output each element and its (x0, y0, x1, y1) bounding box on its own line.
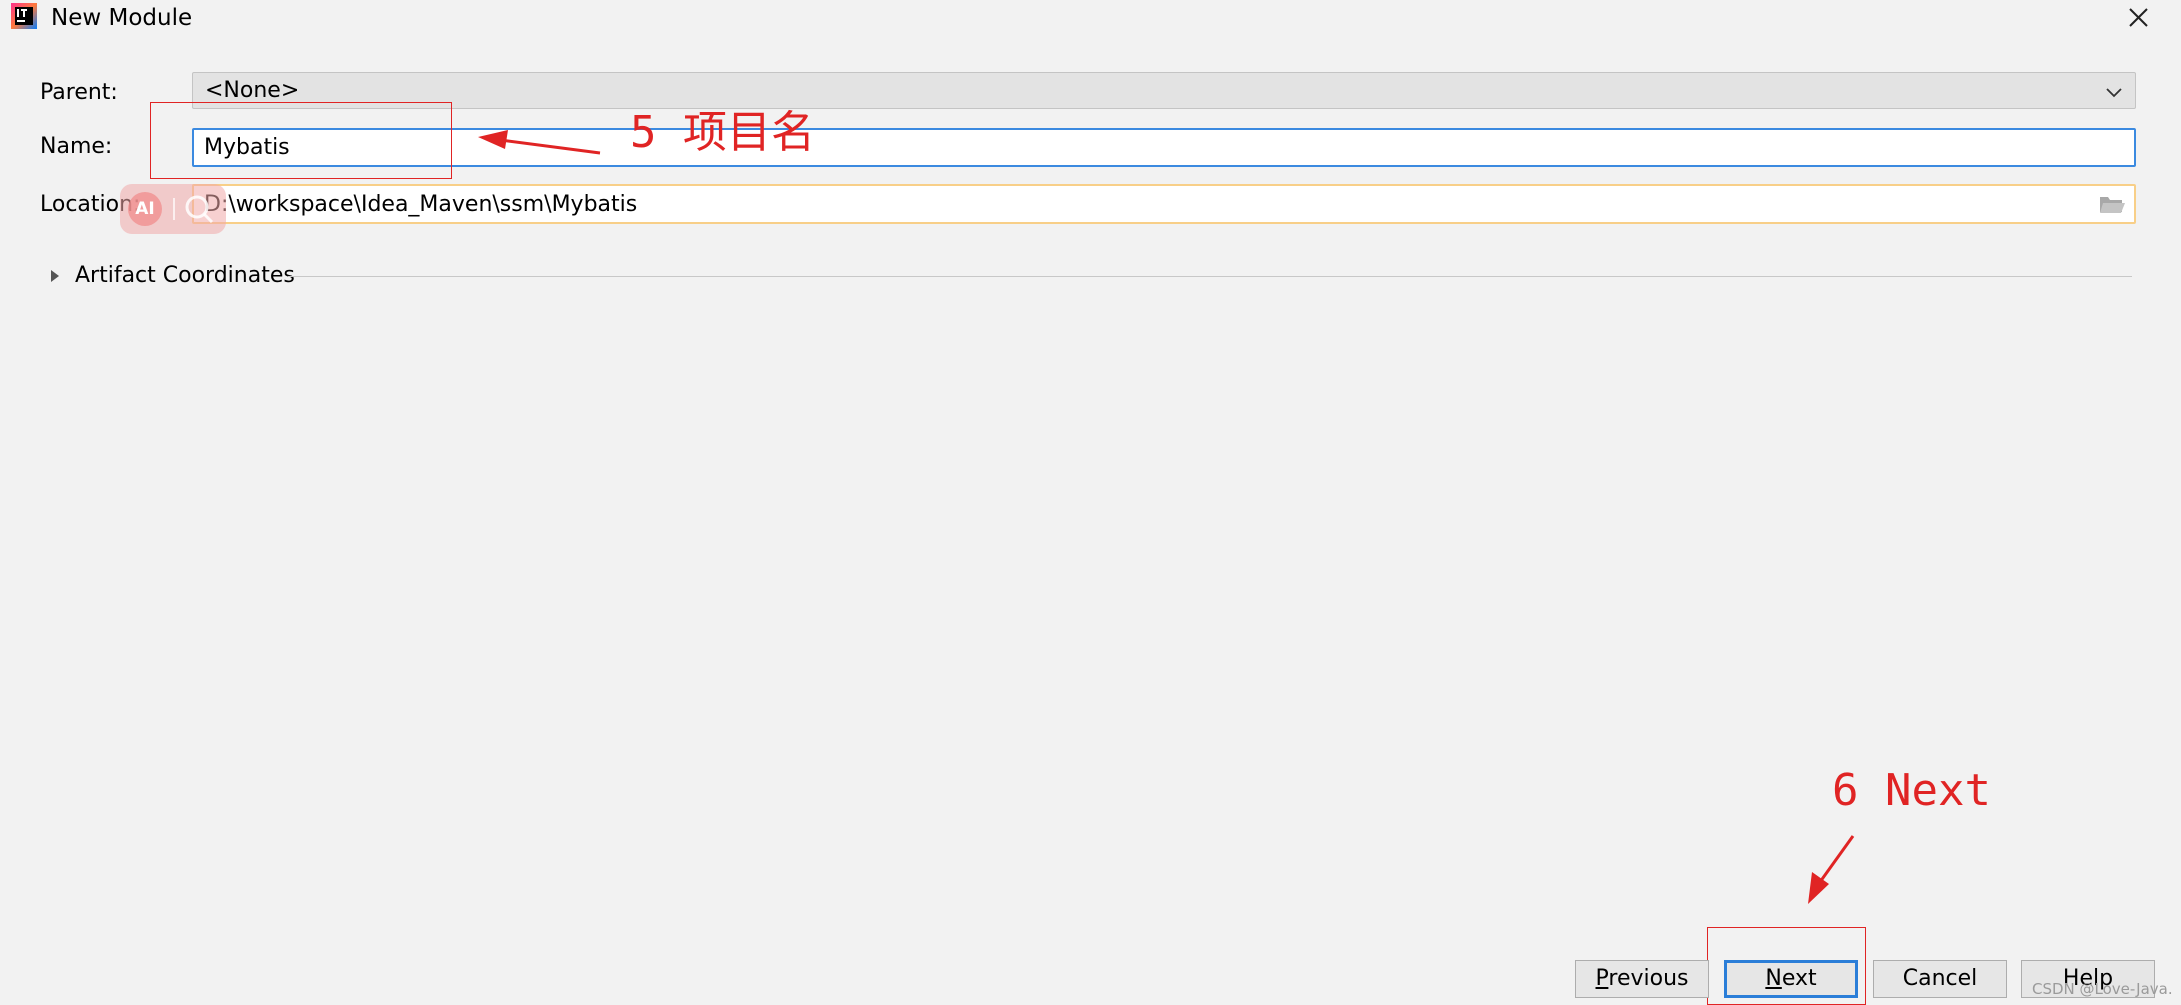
annotation-arrows (478, 130, 1855, 904)
csdn-watermark: CSDN @Love-Java. (2032, 980, 2173, 998)
previous-label: revious (1608, 966, 1689, 991)
annotation-arrow-name (478, 130, 601, 155)
previous-button[interactable]: Previous (1575, 960, 1709, 998)
next-button[interactable]: Next (1724, 960, 1858, 998)
next-label: ext (1781, 966, 1817, 991)
cancel-button[interactable]: Cancel (1873, 960, 2007, 998)
new-module-dialog: New Module Parent: <None> Name: Location… (0, 0, 2181, 1005)
previous-mnemonic: P (1595, 966, 1609, 991)
next-mnemonic: N (1765, 966, 1782, 991)
annotation-arrow-next (1808, 835, 1855, 904)
